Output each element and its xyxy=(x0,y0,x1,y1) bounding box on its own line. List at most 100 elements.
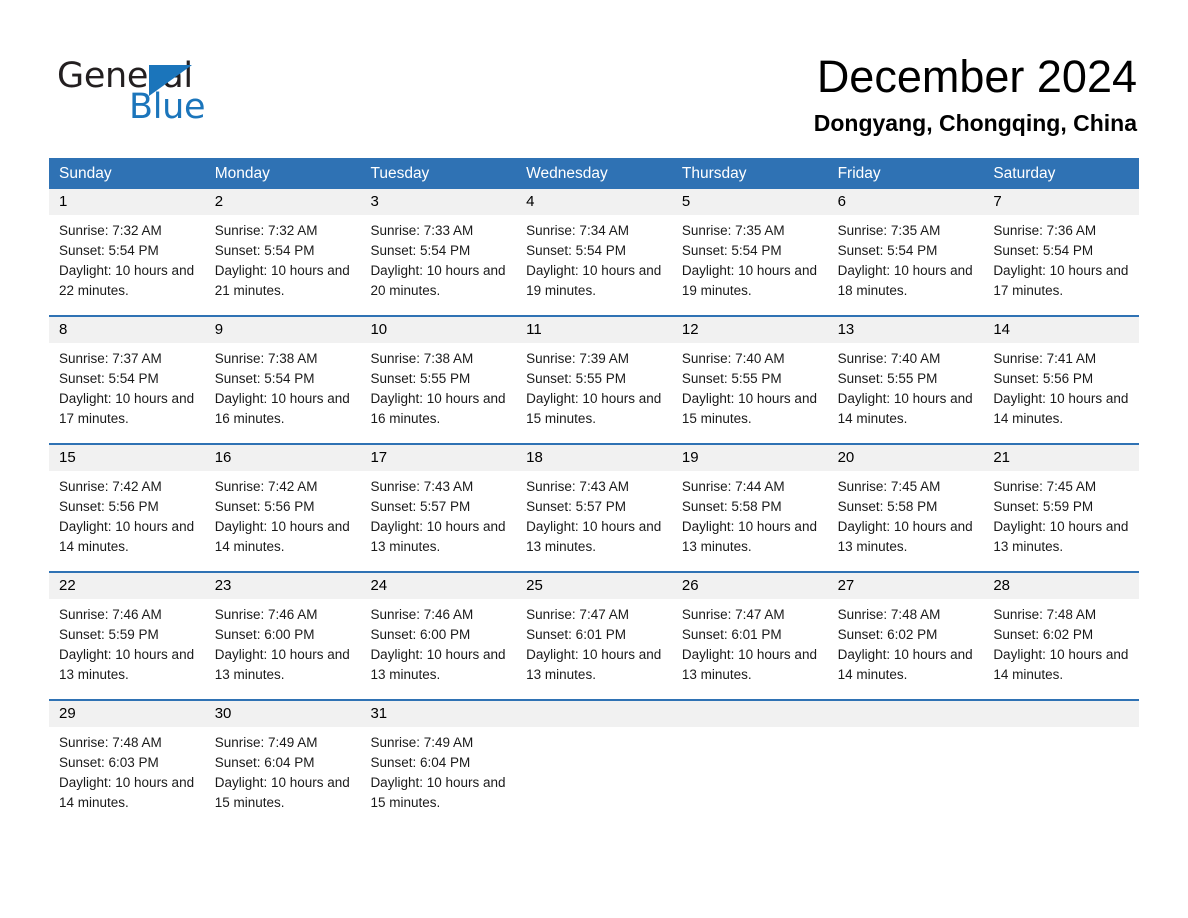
calendar-day-cell[interactable]: 12 Sunrise: 7:40 AM Sunset: 5:55 PM Dayligh… xyxy=(671,317,828,443)
day-info: Sunrise: 7:44 AM Sunset: 5:58 PM Daylight:… xyxy=(672,471,828,557)
sunset-text: Sunset: 5:59 PM xyxy=(993,499,1094,514)
daylight-text: Daylight: 10 hours and 15 minutes. xyxy=(526,391,662,426)
day-number: 17 xyxy=(360,445,517,471)
location-subtitle: Dongyang, Chongqing, China xyxy=(813,110,1137,136)
sunrise-text: Sunrise: 7:43 AM xyxy=(526,479,629,494)
weekday-header-monday: Monday xyxy=(214,165,270,182)
calendar-day-cell[interactable]: 29 Sunrise: 7:48 AM Sunset: 6:03 PM Dayligh… xyxy=(49,701,205,827)
day-info: Sunrise: 7:35 AM Sunset: 5:54 PM Daylight:… xyxy=(672,215,828,301)
daylight-text: Daylight: 10 hours and 13 minutes. xyxy=(526,647,662,682)
day-info: Sunrise: 7:48 AM Sunset: 6:02 PM Daylight:… xyxy=(828,599,984,685)
calendar-day-cell[interactable]: 14 Sunrise: 7:41 AM Sunset: 5:56 PM Dayligh… xyxy=(983,317,1140,443)
day-number: 30 xyxy=(204,701,361,727)
sunrise-text: Sunrise: 7:42 AM xyxy=(59,479,162,494)
day-number: 13 xyxy=(827,317,984,343)
sunset-text: Sunset: 5:54 PM xyxy=(837,243,938,258)
sunrise-text: Sunrise: 7:34 AM xyxy=(526,223,629,238)
calendar-day-cell[interactable]: 10 Sunrise: 7:38 AM Sunset: 5:55 PM Dayligh… xyxy=(360,317,517,443)
day-info: Sunrise: 7:39 AM Sunset: 5:55 PM Daylight:… xyxy=(516,343,672,429)
daylight-text: Daylight: 10 hours and 19 minutes. xyxy=(681,263,817,298)
day-number: 14 xyxy=(983,317,1140,343)
generalblue-logo[interactable]: General Blue xyxy=(57,56,287,128)
sunrise-text: Sunrise: 7:47 AM xyxy=(526,607,629,622)
sunrise-text: Sunrise: 7:47 AM xyxy=(681,607,785,622)
calendar-day-cell[interactable]: 31 Sunrise: 7:49 AM Sunset: 6:04 PM Dayligh… xyxy=(360,701,517,827)
calendar-table: Sunday Monday Tuesday Wednesday Thursday Frid… xyxy=(49,158,1140,827)
day-number xyxy=(671,701,828,727)
daylight-text: Daylight: 10 hours and 14 minutes. xyxy=(214,519,350,554)
sunrise-text: Sunrise: 7:44 AM xyxy=(681,479,785,494)
daylight-text: Daylight: 10 hours and 16 minutes. xyxy=(370,391,506,426)
calendar-day-cell[interactable]: 15 Sunrise: 7:42 AM Sunset: 5:56 PM Dayligh… xyxy=(49,445,205,571)
sunset-text: Sunset: 5:54 PM xyxy=(214,243,315,258)
day-number: 4 xyxy=(516,189,672,215)
calendar-day-cell[interactable]: 28 Sunrise: 7:48 AM Sunset: 6:02 PM Dayligh… xyxy=(983,573,1140,699)
calendar-day-cell[interactable]: 27 Sunrise: 7:48 AM Sunset: 6:02 PM Dayligh… xyxy=(827,573,984,699)
weekday-header-thursday: Thursday xyxy=(681,165,747,182)
calendar-day-cell[interactable]: 30 Sunrise: 7:49 AM Sunset: 6:04 PM Dayligh… xyxy=(204,701,361,827)
calendar-day-cell[interactable]: 7 Sunrise: 7:36 AM Sunset: 5:54 PM Daylight… xyxy=(983,189,1140,315)
daylight-text: Daylight: 10 hours and 14 minutes. xyxy=(59,775,195,810)
calendar-day-cell[interactable]: 11 Sunrise: 7:39 AM Sunset: 5:55 PM Dayligh… xyxy=(516,317,672,443)
sunset-text: Sunset: 5:55 PM xyxy=(526,371,626,386)
calendar-day-cell[interactable]: 1 Sunrise: 7:32 AM Sunset: 5:54 PM Daylight… xyxy=(49,189,205,315)
daylight-text: Daylight: 10 hours and 13 minutes. xyxy=(370,519,506,554)
sunset-text: Sunset: 5:55 PM xyxy=(681,371,782,386)
sunrise-text: Sunrise: 7:40 AM xyxy=(681,351,785,366)
weekday-header-sunday: Sunday xyxy=(59,165,112,182)
calendar-week-row: 8 Sunrise: 7:37 AM Sunset: 5:54 PM Daylight… xyxy=(49,315,1140,443)
daylight-text: Daylight: 10 hours and 14 minutes. xyxy=(837,647,973,682)
sunrise-text: Sunrise: 7:46 AM xyxy=(214,607,318,622)
calendar-day-cell[interactable]: 4 Sunrise: 7:34 AM Sunset: 5:54 PM Daylight… xyxy=(516,189,672,315)
page-header: General Blue December 2024 Dongyang, Cho… xyxy=(0,0,1188,158)
weekday-header-tuesday: Tuesday xyxy=(370,165,430,182)
sunrise-text: Sunrise: 7:43 AM xyxy=(370,479,474,494)
logo-text-blue: Blue xyxy=(129,87,206,127)
sunrise-text: Sunrise: 7:41 AM xyxy=(993,351,1097,366)
weekday-header-wednesday: Wednesday xyxy=(526,165,608,182)
day-number: 2 xyxy=(204,189,361,215)
day-info: Sunrise: 7:49 AM Sunset: 6:04 PM Daylight:… xyxy=(360,727,516,813)
daylight-text: Daylight: 10 hours and 15 minutes. xyxy=(681,391,817,426)
daylight-text: Daylight: 10 hours and 14 minutes. xyxy=(837,391,973,426)
sunrise-text: Sunrise: 7:48 AM xyxy=(993,607,1097,622)
daylight-text: Daylight: 10 hours and 17 minutes. xyxy=(993,263,1129,298)
calendar-day-cell[interactable]: 25 Sunrise: 7:47 AM Sunset: 6:01 PM Dayligh… xyxy=(516,573,672,699)
calendar-day-cell[interactable]: 22 Sunrise: 7:46 AM Sunset: 5:59 PM Dayligh… xyxy=(49,573,205,699)
day-info: Sunrise: 7:42 AM Sunset: 5:56 PM Daylight:… xyxy=(49,471,205,557)
day-info: Sunrise: 7:43 AM Sunset: 5:57 PM Daylight:… xyxy=(360,471,516,557)
day-number: 16 xyxy=(204,445,361,471)
calendar-day-cell[interactable]: 2 Sunrise: 7:32 AM Sunset: 5:54 PM Daylight… xyxy=(204,189,361,315)
day-info: Sunrise: 7:47 AM Sunset: 6:01 PM Daylight:… xyxy=(672,599,828,685)
day-info: Sunrise: 7:48 AM Sunset: 6:03 PM Daylight:… xyxy=(49,727,205,813)
calendar-day-cell[interactable]: 8 Sunrise: 7:37 AM Sunset: 5:54 PM Daylight… xyxy=(49,317,205,443)
calendar-day-cell[interactable]: 6 Sunrise: 7:35 AM Sunset: 5:54 PM Daylight… xyxy=(827,189,984,315)
daylight-text: Daylight: 10 hours and 17 minutes. xyxy=(59,391,195,426)
calendar-day-cell[interactable]: 21 Sunrise: 7:45 AM Sunset: 5:59 PM Dayligh… xyxy=(983,445,1140,571)
calendar-day-cell[interactable]: 3 Sunrise: 7:33 AM Sunset: 5:54 PM Daylight… xyxy=(360,189,517,315)
calendar-day-cell[interactable]: 9 Sunrise: 7:38 AM Sunset: 5:54 PM Daylight… xyxy=(204,317,361,443)
sunset-text: Sunset: 6:01 PM xyxy=(526,627,626,642)
sunrise-text: Sunrise: 7:49 AM xyxy=(214,735,318,750)
calendar-day-cell[interactable]: 23 Sunrise: 7:46 AM Sunset: 6:00 PM Dayligh… xyxy=(204,573,361,699)
calendar-day-cell-empty xyxy=(827,701,984,827)
calendar-day-cell[interactable]: 24 Sunrise: 7:46 AM Sunset: 6:00 PM Dayligh… xyxy=(360,573,517,699)
calendar-day-cell[interactable]: 5 Sunrise: 7:35 AM Sunset: 5:54 PM Daylight… xyxy=(671,189,828,315)
calendar-day-cell[interactable]: 18 Sunrise: 7:43 AM Sunset: 5:57 PM Dayligh… xyxy=(516,445,672,571)
calendar-day-cell[interactable]: 19 Sunrise: 7:44 AM Sunset: 5:58 PM Dayligh… xyxy=(671,445,828,571)
sunrise-text: Sunrise: 7:35 AM xyxy=(837,223,941,238)
calendar-day-cell[interactable]: 16 Sunrise: 7:42 AM Sunset: 5:56 PM Dayligh… xyxy=(204,445,361,571)
sunset-text: Sunset: 5:54 PM xyxy=(993,243,1094,258)
daylight-text: Daylight: 10 hours and 13 minutes. xyxy=(59,647,195,682)
day-number: 6 xyxy=(827,189,984,215)
sunset-text: Sunset: 5:54 PM xyxy=(681,243,782,258)
calendar-day-cell[interactable]: 17 Sunrise: 7:43 AM Sunset: 5:57 PM Dayligh… xyxy=(360,445,517,571)
calendar-day-cell[interactable]: 20 Sunrise: 7:45 AM Sunset: 5:58 PM Dayligh… xyxy=(827,445,984,571)
sunset-text: Sunset: 5:57 PM xyxy=(526,499,626,514)
calendar-day-cell[interactable]: 13 Sunrise: 7:40 AM Sunset: 5:55 PM Dayligh… xyxy=(827,317,984,443)
calendar-day-cell-empty xyxy=(983,701,1140,827)
sunset-text: Sunset: 5:54 PM xyxy=(59,243,159,258)
calendar-day-cell[interactable]: 26 Sunrise: 7:47 AM Sunset: 6:01 PM Dayligh… xyxy=(671,573,828,699)
day-info: Sunrise: 7:41 AM Sunset: 5:56 PM Daylight:… xyxy=(983,343,1139,429)
sunset-text: Sunset: 5:56 PM xyxy=(59,499,159,514)
